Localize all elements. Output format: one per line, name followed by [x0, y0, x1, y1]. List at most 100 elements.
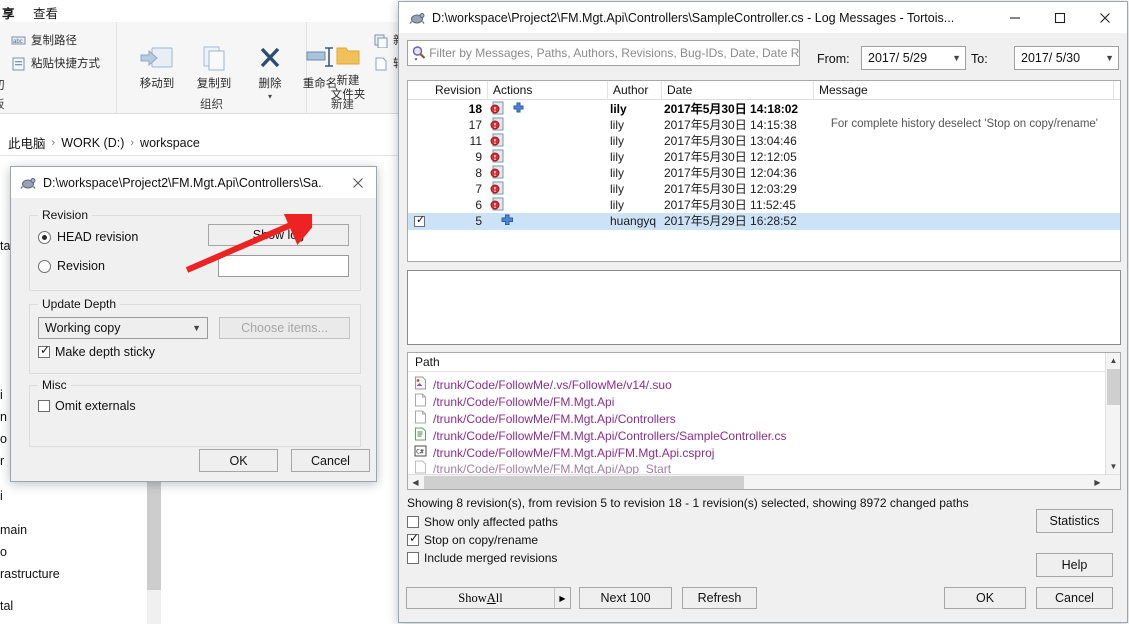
- ribbon-item-paste-shortcut[interactable]: 粘贴快捷方式: [11, 55, 100, 71]
- chevron-down-icon[interactable]: ▼: [1105, 53, 1114, 63]
- ribbon-item-new-folder[interactable]: 新建 文件夹: [317, 36, 379, 102]
- show-all-dropdown-icon[interactable]: ▶: [554, 588, 570, 608]
- refresh-button[interactable]: Refresh: [682, 587, 757, 609]
- table-row[interactable]: ✓ 5 huangyq 2017年5月29日 16:28:52: [408, 213, 1120, 230]
- ribbon-item-copy-path[interactable]: abc 复制路径: [11, 32, 77, 48]
- table-row[interactable]: 7 lily 2017年5月30日 12:03:29: [408, 181, 1120, 197]
- filter-input[interactable]: Filter by Messages, Paths, Authors, Revi…: [407, 40, 800, 66]
- radio-specific-revision[interactable]: Revision: [38, 259, 105, 273]
- cancel-button[interactable]: Cancel: [1036, 587, 1113, 609]
- paste-shortcut-icon: [11, 56, 26, 71]
- list-item[interactable]: i: [0, 388, 3, 402]
- maximize-icon[interactable]: [1037, 2, 1082, 33]
- chevron-down-icon[interactable]: ▼: [192, 323, 201, 333]
- ribbon-item-move-to[interactable]: 移动到: [126, 40, 188, 91]
- cell-date: 2017年5月30日 14:18:02: [664, 102, 799, 116]
- table-row[interactable]: 8 lily 2017年5月30日 12:04:36: [408, 165, 1120, 181]
- list-item[interactable]: o: [0, 432, 7, 446]
- scroll-right-icon[interactable]: ▶: [1090, 475, 1105, 489]
- search-icon[interactable]: [408, 45, 429, 61]
- list-item[interactable]: i: [0, 489, 3, 503]
- checkbox-box[interactable]: [38, 400, 50, 412]
- statistics-button[interactable]: Statistics: [1036, 509, 1113, 533]
- column-header-date[interactable]: Date: [662, 81, 814, 100]
- table-row[interactable]: 11 lily 2017年5月30日 13:04:46: [408, 133, 1120, 149]
- breadcrumb-item-this-pc[interactable]: 此电脑: [8, 133, 46, 152]
- close-icon[interactable]: [1082, 2, 1127, 33]
- scroll-up-icon[interactable]: ▲: [1106, 353, 1120, 368]
- show-all-button[interactable]: Show All: [407, 588, 554, 608]
- show-log-button[interactable]: Show log: [208, 224, 349, 246]
- cancel-button[interactable]: Cancel: [291, 449, 370, 472]
- column-header-message[interactable]: Message: [814, 81, 1114, 100]
- list-item[interactable]: n: [0, 410, 7, 424]
- help-button[interactable]: Help: [1036, 553, 1113, 577]
- revision-list-header: Revision Actions Author Date Message: [408, 81, 1120, 100]
- list-item[interactable]: /trunk/Code/FollowMe/FM.Mgt.Api/Controll…: [414, 410, 676, 427]
- ok-button[interactable]: OK: [199, 449, 278, 472]
- ribbon-item-copy-to[interactable]: 复制到: [183, 40, 245, 91]
- log-window-titlebar[interactable]: D:\workspace\Project2\FM.Mgt.Api\Control…: [399, 2, 1127, 33]
- from-date-combo[interactable]: 2017/ 5/29 ▼: [861, 46, 966, 70]
- commit-message-box[interactable]: [407, 270, 1121, 345]
- column-header-revision[interactable]: Revision: [408, 81, 488, 100]
- checkbox-make-depth-sticky[interactable]: ✓ Make depth sticky: [38, 344, 155, 359]
- breadcrumb-item-workspace[interactable]: workspace: [140, 136, 200, 150]
- svg-text:abc: abc: [13, 39, 23, 45]
- checkbox-show-only-affected-paths[interactable]: Show only affected paths: [407, 515, 558, 529]
- table-row[interactable]: 6 lily 2017年5月30日 11:52:45: [408, 197, 1120, 213]
- checkbox-box[interactable]: [407, 552, 419, 564]
- breadcrumb-separator-2: ›: [130, 136, 135, 149]
- checkbox-include-merged-revisions[interactable]: Include merged revisions: [407, 551, 557, 565]
- update-depth-select[interactable]: Working copy ▼: [38, 317, 208, 339]
- radio-button[interactable]: [38, 259, 51, 273]
- ribbon-group-new: 新建 文件夹 新建 轻松 新建: [307, 22, 416, 114]
- breadcrumb[interactable]: 此电脑 › WORK (D:) › workspace: [0, 130, 399, 156]
- list-item[interactable]: main: [0, 523, 27, 537]
- cell-actions: [490, 149, 610, 165]
- update-dialog: D:\workspace\Project2\FM.Mgt.Api\Control…: [10, 166, 377, 482]
- column-header-author[interactable]: Author: [608, 81, 662, 100]
- table-row[interactable]: 9 lily 2017年5月30日 12:12:05: [408, 149, 1120, 165]
- update-dialog-titlebar[interactable]: D:\workspace\Project2\FM.Mgt.Api\Control…: [11, 167, 376, 198]
- checkbox-box[interactable]: ✓: [407, 532, 419, 546]
- revision-number-input[interactable]: [218, 255, 349, 277]
- paths-hscroll-thumb[interactable]: [424, 476, 744, 489]
- list-item[interactable]: /trunk/Code/FollowMe/.vs/FollowMe/v14/.s…: [414, 376, 672, 393]
- checkbox-stop-on-copy-rename[interactable]: ✓ Stop on copy/rename: [407, 532, 538, 547]
- list-item[interactable]: tal: [0, 599, 13, 613]
- paths-horizontal-scrollbar[interactable]: ◀ ▶: [408, 474, 1120, 489]
- list-item[interactable]: rastructure: [0, 567, 60, 581]
- ok-button[interactable]: OK: [944, 587, 1026, 609]
- list-item[interactable]: /trunk/Code/FollowMe/FM.Mgt.Api/Controll…: [414, 427, 786, 444]
- radio-button[interactable]: [38, 230, 51, 244]
- list-item[interactable]: /trunk/Code/FollowMe/FM.Mgt.Api: [414, 393, 614, 410]
- column-header-path[interactable]: Path: [408, 353, 1120, 372]
- breadcrumb-item-work-d[interactable]: WORK (D:): [61, 136, 124, 150]
- column-header-actions[interactable]: Actions: [488, 81, 608, 100]
- chevron-down-icon[interactable]: ▼: [952, 53, 961, 63]
- checkbox-box[interactable]: ✓: [38, 344, 50, 358]
- new-item-icon: [373, 33, 388, 48]
- scroll-down-icon[interactable]: ▼: [1106, 459, 1120, 474]
- next-100-button[interactable]: Next 100: [579, 587, 672, 609]
- show-all-split-button[interactable]: Show All ▶: [406, 587, 571, 609]
- to-date-combo[interactable]: 2017/ 5/30 ▼: [1014, 46, 1119, 70]
- list-item[interactable]: C# /trunk/Code/FollowMe/FM.Mgt.Api/FM.Mg…: [414, 444, 714, 461]
- radio-head-revision[interactable]: HEAD revision: [38, 230, 138, 244]
- table-row[interactable]: 18 lily 2017年5月30日 14:18:02: [408, 101, 1120, 117]
- changed-paths-list[interactable]: Path /trunk/Code/FollowMe/.vs/FollowMe/v…: [407, 352, 1121, 490]
- scroll-left-icon[interactable]: ◀: [408, 475, 423, 489]
- list-item[interactable]: o: [0, 545, 7, 559]
- list-item[interactable]: r: [0, 454, 4, 468]
- paths-vertical-scrollbar[interactable]: ▲ ▼: [1105, 353, 1120, 474]
- list-item[interactable]: ta: [0, 239, 10, 253]
- ribbon-item-cut-clipped[interactable]: 切: [0, 77, 5, 93]
- paths-vscroll-thumb[interactable]: [1107, 369, 1120, 405]
- checkbox-omit-externals[interactable]: Omit externals: [38, 399, 136, 413]
- minimize-icon[interactable]: [992, 2, 1037, 33]
- close-icon[interactable]: [340, 167, 376, 198]
- checkbox-box[interactable]: [407, 516, 419, 528]
- ribbon-tab-view[interactable]: 查看: [33, 3, 58, 22]
- revision-list[interactable]: Revision Actions Author Date Message 18 …: [407, 80, 1121, 262]
